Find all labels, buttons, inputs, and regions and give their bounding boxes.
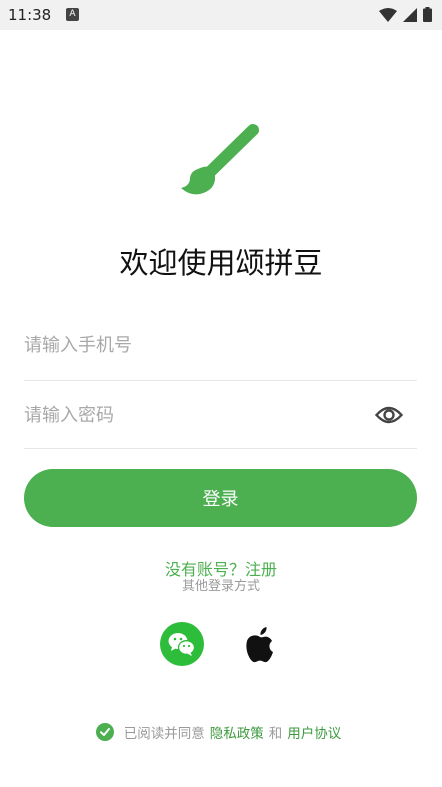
other-login-label: 其他登录方式 [181, 579, 260, 594]
page-title: 欢迎使用颂拼豆 [119, 246, 323, 280]
phone-input[interactable] [24, 310, 354, 380]
agreement-prefix: 已阅读并同意 [123, 726, 205, 742]
wechat-icon [168, 633, 196, 656]
notification-icon: A [66, 8, 79, 21]
wifi-icon [379, 7, 397, 22]
user-agreement-link[interactable]: 用户协议 [287, 722, 341, 742]
agreement-checkbox[interactable] [95, 723, 114, 741]
login-button[interactable]: 登录 [24, 469, 417, 527]
status-bar: 11:38 A [0, 0, 442, 30]
agreement-row: 已阅读并同意 隐私政策 和 用户协议 [0, 722, 442, 742]
wechat-login-button[interactable] [160, 622, 204, 666]
password-field-container [24, 380, 417, 450]
agreement-and: 和 [268, 726, 283, 742]
battery-icon [423, 7, 432, 22]
status-time: 11:38 [8, 6, 52, 24]
status-icons [379, 7, 432, 22]
signal-icon [403, 7, 417, 22]
apple-login-icon[interactable] [244, 626, 276, 664]
login-button-label: 登录 [202, 489, 239, 510]
password-input[interactable] [24, 380, 354, 450]
paintbrush-logo-icon [181, 124, 259, 195]
phone-field-container [24, 310, 417, 381]
check-icon [99, 728, 110, 736]
eye-icon[interactable] [375, 404, 403, 426]
privacy-policy-link[interactable]: 隐私政策 [210, 722, 264, 742]
